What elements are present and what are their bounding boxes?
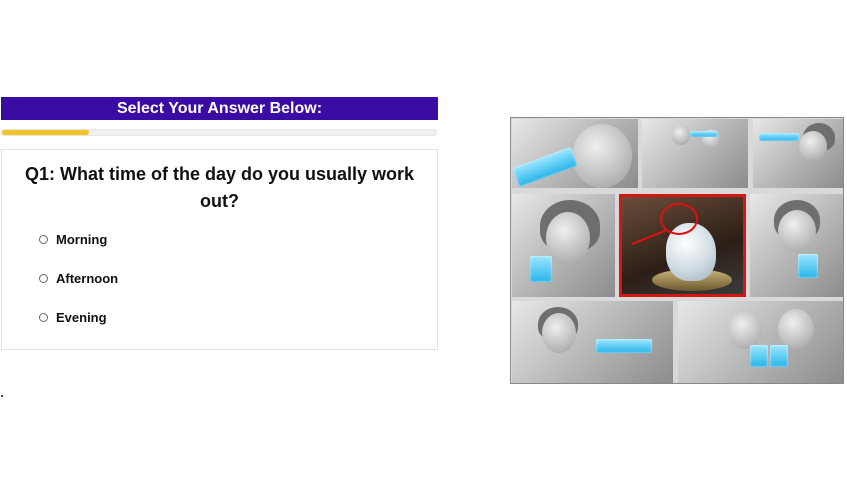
photo-woman-drinking-blue xyxy=(512,301,673,383)
progress-fill xyxy=(2,130,89,135)
photo-ice-sample xyxy=(619,194,746,297)
option-label: Afternoon xyxy=(56,271,119,286)
radio-button[interactable] xyxy=(39,313,48,322)
radio-button[interactable] xyxy=(39,235,48,244)
photo-couple-toasting xyxy=(678,301,843,383)
page-header: Select Your Answer Below: xyxy=(1,97,438,120)
question-card: Q1: What time of the day do you usually … xyxy=(1,149,438,350)
radio-button[interactable] xyxy=(39,274,48,283)
photo-couple-drinking xyxy=(642,119,748,188)
option-label: Morning xyxy=(56,232,108,247)
photo-elderly-woman-glass xyxy=(750,194,843,297)
question-text: Q1: What time of the day do you usually … xyxy=(24,164,415,211)
photo-smiling-woman xyxy=(512,194,615,297)
photo-woman-drinking xyxy=(753,119,843,188)
progress-bar xyxy=(1,129,437,136)
option-label: Evening xyxy=(56,310,107,325)
collage-image xyxy=(510,117,844,384)
option-afternoon[interactable]: Afternoon xyxy=(39,271,118,286)
option-morning[interactable]: Morning xyxy=(39,232,107,247)
photo-man-drinking xyxy=(512,119,638,188)
stray-dot xyxy=(1,395,3,397)
option-evening[interactable]: Evening xyxy=(39,310,107,325)
